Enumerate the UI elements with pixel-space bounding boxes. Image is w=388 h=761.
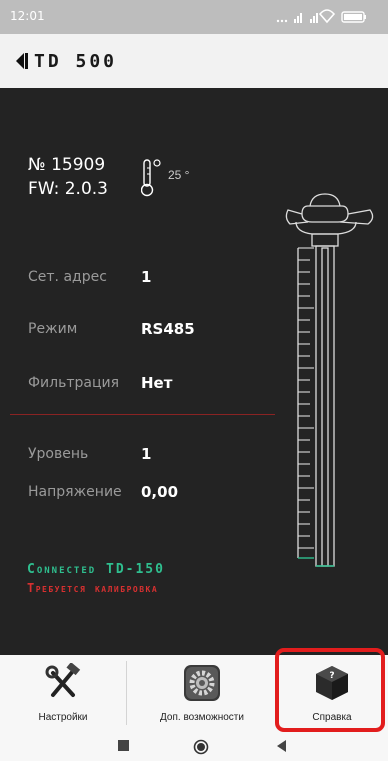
nav-settings-label: Настройки <box>38 712 88 723</box>
status-icons <box>276 9 366 24</box>
system-nav <box>0 733 388 761</box>
nav-extra-features[interactable]: Доп. возможности <box>127 655 277 733</box>
thermometer-icon <box>141 159 161 197</box>
home-icon[interactable] <box>193 739 209 755</box>
serial-number: № 15909 <box>28 155 106 175</box>
level-sensor-illustration <box>285 193 374 567</box>
page-title: TD 500 <box>34 51 118 72</box>
back-arrow-icon[interactable] <box>12 50 30 72</box>
filter-label: Фильтрация <box>28 375 120 391</box>
mode-value: RS485 <box>141 320 195 338</box>
calibration-warning: Требуется калибровка <box>27 581 159 595</box>
level-label: Уровень <box>28 446 89 462</box>
recent-apps-icon[interactable] <box>117 739 131 753</box>
help-highlight-frame <box>275 648 385 732</box>
voltage-value: 0,00 <box>141 483 179 501</box>
nav-settings[interactable]: Настройки <box>0 655 126 733</box>
nav-extra-features-label: Доп. возможности <box>160 712 244 723</box>
status-bar: 12:01 <box>0 0 388 34</box>
temperature-value: 25 ° <box>168 168 190 182</box>
back-icon[interactable] <box>275 739 287 753</box>
device-panel: № 15909 FW: 2.0.3 25 ° Сет. адрес 1 Режи… <box>0 88 388 655</box>
address-label: Сет. адрес <box>28 269 107 285</box>
connection-status: Connected TD-150 <box>27 562 165 577</box>
divider <box>10 414 275 415</box>
gear-icon <box>184 665 220 701</box>
app-bar: TD 500 <box>0 34 388 88</box>
firmware-version: FW: 2.0.3 <box>28 179 108 199</box>
voltage-label: Напряжение <box>28 484 122 500</box>
status-time: 12:01 <box>10 9 45 23</box>
level-value: 1 <box>141 445 152 463</box>
mode-label: Режим <box>28 321 78 337</box>
settings-tools-icon <box>45 663 81 697</box>
address-value: 1 <box>141 268 152 286</box>
filter-value: Нет <box>141 374 173 392</box>
